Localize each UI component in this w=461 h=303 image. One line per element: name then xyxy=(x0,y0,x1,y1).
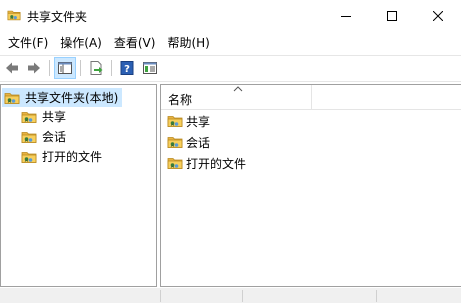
toolbar-separator xyxy=(111,60,112,76)
back-button[interactable] xyxy=(1,57,23,79)
menu-view[interactable]: 查看(V) xyxy=(110,33,164,53)
list-pane[interactable]: 名称 共享 会话 打开的文件 xyxy=(160,84,461,287)
status-divider xyxy=(160,290,161,302)
shared-folder-icon xyxy=(4,90,20,106)
export-list-button[interactable] xyxy=(85,57,107,79)
tree-item-label: 共享 xyxy=(42,110,67,124)
toolbar-separator xyxy=(49,60,50,76)
properties-pane-button[interactable] xyxy=(139,57,161,79)
column-header-label: 名称 xyxy=(168,93,193,107)
tree-item-label: 会话 xyxy=(42,130,67,144)
tree-item-open-files[interactable]: 打开的文件 xyxy=(21,147,102,166)
column-header-row: 名称 xyxy=(161,85,461,110)
svg-text:?: ? xyxy=(124,64,130,75)
tree-root-label: 共享文件夹(本地) xyxy=(25,91,119,105)
toolbar-content-divider xyxy=(0,81,461,82)
list-item-label: 共享 xyxy=(186,114,211,129)
tree-item-shares[interactable]: 共享 xyxy=(21,107,66,126)
list-item-shares[interactable]: 共享 xyxy=(167,112,210,130)
shared-folder-icon xyxy=(167,113,183,129)
menu-action[interactable]: 操作(A) xyxy=(56,33,110,53)
shared-folder-icon xyxy=(21,109,37,125)
menu-file[interactable]: 文件(F) xyxy=(4,33,56,53)
shared-folder-icon xyxy=(21,129,37,145)
window: 共享文件夹 文件(F) 操作(A) 查看(V) 帮助(H) ? 共享文件夹(本地… xyxy=(0,0,461,303)
status-divider xyxy=(242,290,243,302)
toolbar-separator xyxy=(80,60,81,76)
close-icon xyxy=(433,10,443,21)
properties-pane-icon xyxy=(143,62,157,74)
maximize-icon xyxy=(387,10,397,21)
status-divider xyxy=(376,290,377,302)
column-header-name[interactable]: 名称 xyxy=(161,85,312,110)
shared-folder-icon xyxy=(6,8,22,22)
show-hide-tree-button[interactable] xyxy=(54,57,76,79)
back-arrow-icon xyxy=(6,62,18,74)
menu-bar: 文件(F) 操作(A) 查看(V) 帮助(H) xyxy=(0,32,461,54)
help-icon: ? xyxy=(120,61,134,75)
forward-arrow-icon xyxy=(28,62,40,74)
list-item-sessions[interactable]: 会话 xyxy=(167,133,210,151)
sort-ascending-icon xyxy=(233,86,243,92)
list-item-label: 会话 xyxy=(186,135,211,150)
status-bar xyxy=(0,288,461,303)
maximize-button[interactable] xyxy=(369,0,415,31)
minimize-icon xyxy=(341,15,351,17)
list-item-open-files[interactable]: 打开的文件 xyxy=(167,154,246,172)
list-item-label: 打开的文件 xyxy=(186,156,247,171)
forward-button[interactable] xyxy=(23,57,45,79)
title-bar[interactable]: 共享文件夹 xyxy=(0,0,461,31)
close-button[interactable] xyxy=(415,0,461,31)
tree-pane[interactable]: 共享文件夹(本地) 共享 会话 打开的文件 xyxy=(0,84,157,287)
tree-item-sessions[interactable]: 会话 xyxy=(21,127,66,146)
tree-root-item[interactable]: 共享文件夹(本地) xyxy=(2,88,123,107)
shared-folder-icon xyxy=(167,134,183,150)
window-title: 共享文件夹 xyxy=(27,10,88,24)
menu-help[interactable]: 帮助(H) xyxy=(163,33,217,53)
shared-folder-icon xyxy=(21,149,37,165)
minimize-button[interactable] xyxy=(323,0,369,31)
help-button[interactable]: ? xyxy=(116,57,138,79)
toolbar: ? xyxy=(0,56,461,80)
show-hide-tree-icon xyxy=(58,62,72,74)
shared-folder-icon xyxy=(167,155,183,171)
export-list-icon xyxy=(90,61,103,75)
tree-item-label: 打开的文件 xyxy=(42,150,103,164)
